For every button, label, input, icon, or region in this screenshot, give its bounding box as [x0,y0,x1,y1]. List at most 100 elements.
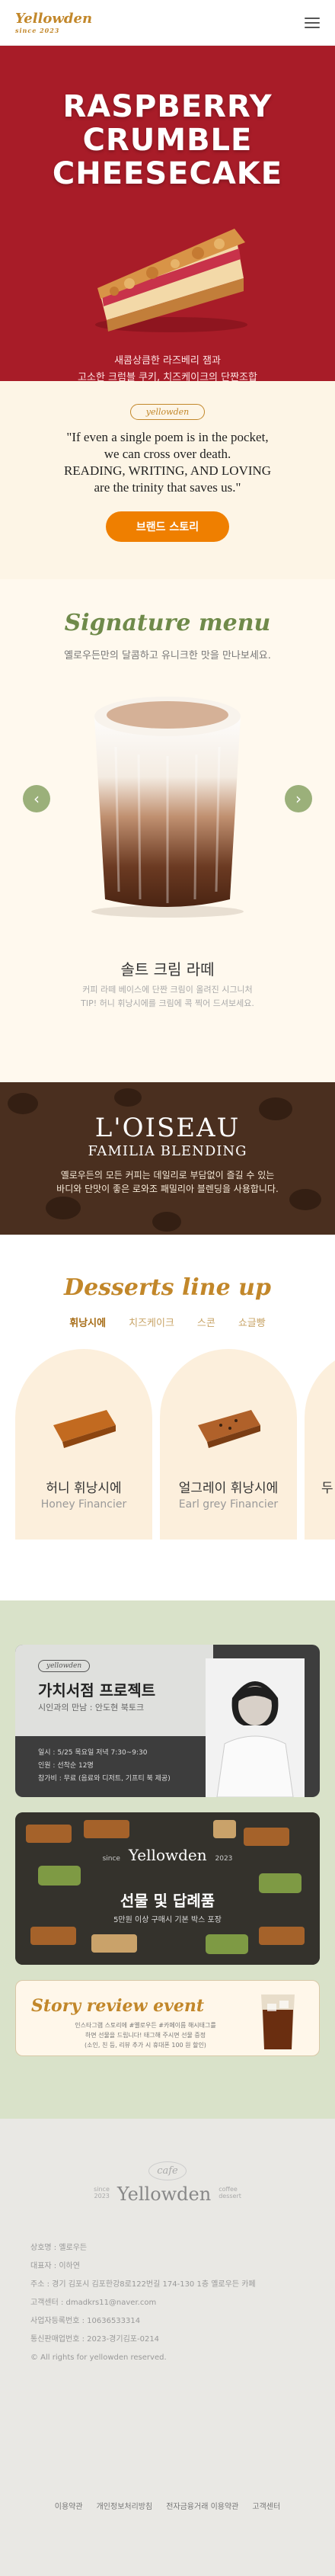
bookstore-info-1: 일시 : 5/25 목요일 저녁 7:30~9:30 [38,1749,148,1757]
review-event-desc-3: (소인, 친 등, 리뷰 추가 시 휴대폰 100 원 할인) [85,2042,206,2049]
hero-banner: RASPBERRY CRUMBLE CHEESECAKE 새콤상큼한 라즈베리 … [0,46,335,381]
hero-title-line-2: CRUMBLE [82,123,253,158]
dessert-english-name: Honey Financier [40,1498,127,1511]
bookstore-title: 가치서점 프로젝트 [38,1681,156,1700]
dessert-name: 허니 휘낭시에 [46,1481,122,1496]
footer-info-line: 통신판매업번호 : 2023-경기김포-0214 [30,2335,160,2344]
gift-card[interactable]: since Yellowden 2023 선물 및 답례품 5만원 이상 구매시… [15,1812,320,1965]
tab-financier[interactable]: 휘낭시에 [69,1315,106,1332]
footer-info-line: 고객센터 : dmadkrs11@naver.com [30,2299,157,2307]
blend-banner: L'OISEAU FAMILIA BLENDING 옐로우든의 모든 커피는 데… [0,1082,335,1235]
dessert-english-name: Earl grey Financier [178,1498,279,1511]
desserts-section: Desserts line up 휘낭시에 치즈케이크 스콘 쇼글빵 허니 휘낭… [0,1235,335,1600]
dessert-tabs: 휘낭시에 치즈케이크 스콘 쇼글빵 [0,1315,335,1332]
review-event-title: Story review event [31,1996,205,2016]
dessert-name: 두 [321,1481,333,1496]
footer-info-line: 주소 : 경기 김포시 김포한강8로122번길 174-130 1층 옐로우든 … [30,2280,256,2289]
poet-portrait-image [206,1658,305,1797]
signature-item-desc-1: 커피 라떼 베이스에 단짠 크림이 올려진 시그니처 [82,985,253,995]
footer-info: 상호명 : 옐로우든 대표자 : 이하연 주소 : 경기 김포시 김포한강8로1… [30,2239,256,2367]
hero-title-line-1: RASPBERRY [62,89,273,124]
footer-links: 이용약관 개인정보처리방침 전자금융거래 이용약관 고객센터 [0,2500,335,2511]
tab-scone[interactable]: 스콘 [197,1315,215,1332]
review-event-desc: 인스타그램 스토리에 #옐로우든 #카페이름 해시태그를 하면 선물을 드립니다… [46,2020,244,2050]
gift-logo-since: since [102,1855,120,1863]
next-arrow-icon[interactable]: › [285,785,312,812]
footer-logo-name: Yellowden [116,2184,212,2205]
bookstore-info-3: 참가비 : 무료 (음료와 디저트, 기프티 북 제공) [38,1775,171,1783]
site-header: Yellowden since 2023 [0,0,335,46]
header-logo[interactable]: Yellowden since 2023 [15,11,92,34]
tab-bread[interactable]: 쇼글빵 [238,1315,266,1332]
gift-sub: 5만원 이상 구매시 기본 박스 포장 [113,1916,222,1924]
gift-logo-years: since Yellowden 2023 [15,1846,320,1864]
blend-subtitle: FAMILIA BLENDING [88,1143,247,1159]
footer-info-line: 상호명 : 옐로우든 [30,2244,88,2252]
tab-cheesecake[interactable]: 치즈케이크 [129,1315,174,1332]
signature-item-desc: 커피 라떼 베이스에 단짠 크림이 올려진 시그니처 TIP! 허니 휘낭시에를… [0,983,335,1011]
review-event-desc-1: 인스타그램 스토리에 #옐로우든 #카페이름 해시태그를 [75,2022,216,2029]
signature-menu-section: Signature menu 옐로우든만의 달콤하고 유니크한 맛을 만나보세요… [0,579,335,1082]
footer-logo-left: since 2023 [94,2186,110,2200]
footer-logo-coffee: coffee [219,2186,238,2193]
desserts-title: Desserts line up [64,1274,271,1301]
dessert-card[interactable]: 얼그레이 휘낭시에 Earl grey Financier [160,1349,297,1540]
gift-logo: Yellowden [128,1846,207,1864]
footer-link-e-finance[interactable]: 전자금융거래 이용약관 [166,2500,238,2511]
footer-info-line: 사업자등록번호 : 10636533314 [30,2317,141,2325]
earl-grey-financier-image [198,1410,260,1448]
footer-info-line: 대표자 : 이하연 [30,2262,80,2270]
quote-line-2: we can cross over death. [104,447,231,461]
gift-title: 선물 및 답례품 [120,1892,215,1910]
blend-desc-2: 바디와 단맛이 좋은 로와조 패밀리아 블렌딩을 사용합니다. [56,1184,279,1194]
promo-section: yellowden 가치서점 프로젝트 시인과의 만남 : 안도현 북토크 일시… [0,1600,335,2119]
blend-desc: 옐로우든의 모든 커피는 데일리로 부담없이 즐길 수 있는 바디와 단맛이 좋… [0,1168,335,1196]
dessert-name: 얼그레이 휘낭시에 [178,1481,279,1496]
footer-link-terms[interactable]: 이용약관 [55,2500,83,2511]
quote-tag: yellowden [129,404,206,420]
footer-link-support[interactable]: 고객센터 [252,2500,280,2511]
menu-icon[interactable] [305,17,320,28]
footer-logo-dessert: dessert [219,2193,241,2200]
dessert-card[interactable]: 허니 휘낭시에 Honey Financier [15,1349,152,1540]
signature-item-desc-2: TIP! 허니 휘낭시에를 크림에 콕 찍어 드셔보세요. [81,998,254,1008]
salt-cream-latte-image [91,697,244,918]
signature-item-name: 솔트 크림 라떼 [120,960,215,979]
quote-line-1: "If even a single poem is in the pocket, [66,430,269,444]
hero-subtitle-1: 새콤상큼한 라즈베리 잼과 [114,355,221,367]
honey-financier-image [53,1410,116,1448]
footer-copyright: © All rights for yellowden reserved. [30,2353,167,2362]
bookstore-info-2: 인원 : 선착순 12명 [38,1762,94,1770]
footer-logo-cafe: cafe [148,2161,187,2180]
footer-link-privacy[interactable]: 개인정보처리방침 [97,2500,153,2511]
bookstore-project-card[interactable]: yellowden 가치서점 프로젝트 시인과의 만남 : 안도현 북토크 일시… [15,1645,320,1797]
quote-line-4: are the trinity that saves us." [94,480,241,495]
quote-text: "If even a single poem is in the pocket,… [0,429,335,496]
site-footer: cafe since 2023 Yellowden coffee dessert… [0,2119,335,2576]
gift-logo-year: 2023 [215,1855,233,1863]
header-logo-sub: since 2023 [15,27,60,34]
bookstore-sub: 시인과의 만남 : 안도현 북토크 [38,1703,145,1713]
hero-title: RASPBERRY CRUMBLE CHEESECAKE [0,46,335,191]
blend-title: L'OISEAU [94,1113,241,1143]
header-logo-text[interactable]: Yellowden [15,11,92,27]
footer-logo-year: 2023 [94,2193,110,2200]
hero-title-line-3: CHEESECAKE [52,156,283,191]
brand-story-button[interactable]: 브랜드 스토리 [105,511,230,542]
footer-logo-right: coffee dessert [219,2186,241,2200]
iced-coffee-image [261,1994,295,2049]
dessert-card[interactable]: 두 [305,1349,335,1540]
footer-logo: cafe since 2023 Yellowden coffee dessert [0,2161,335,2205]
signature-desc: 옐로우든만의 달콤하고 유니크한 맛을 만나보세요. [64,650,271,662]
bookstore-tag: yellowden [38,1660,91,1672]
review-event-card[interactable]: Story review event 인스타그램 스토리에 #옐로우든 #카페이… [15,1980,320,2056]
signature-title: Signature menu [64,610,271,636]
quote-line-3: READING, WRITING, AND LOVING [63,463,272,478]
blend-desc-1: 옐로우든의 모든 커피는 데일리로 부담없이 즐길 수 있는 [60,1170,275,1181]
prev-arrow-icon[interactable]: ‹ [23,785,50,812]
cheesecake-image [95,229,247,332]
review-event-desc-2: 하면 선물을 드립니다! 태그해 주시면 선물 증정 [85,2032,206,2039]
footer-logo-since: since [94,2186,110,2193]
bookstore-info: 일시 : 5/25 목요일 저녁 7:30~9:30 인원 : 선착순 12명 … [38,1747,171,1786]
hero-subtitle-2: 고소한 크럼블 쿠키, 치즈케이크의 단짠조합 [78,372,257,381]
